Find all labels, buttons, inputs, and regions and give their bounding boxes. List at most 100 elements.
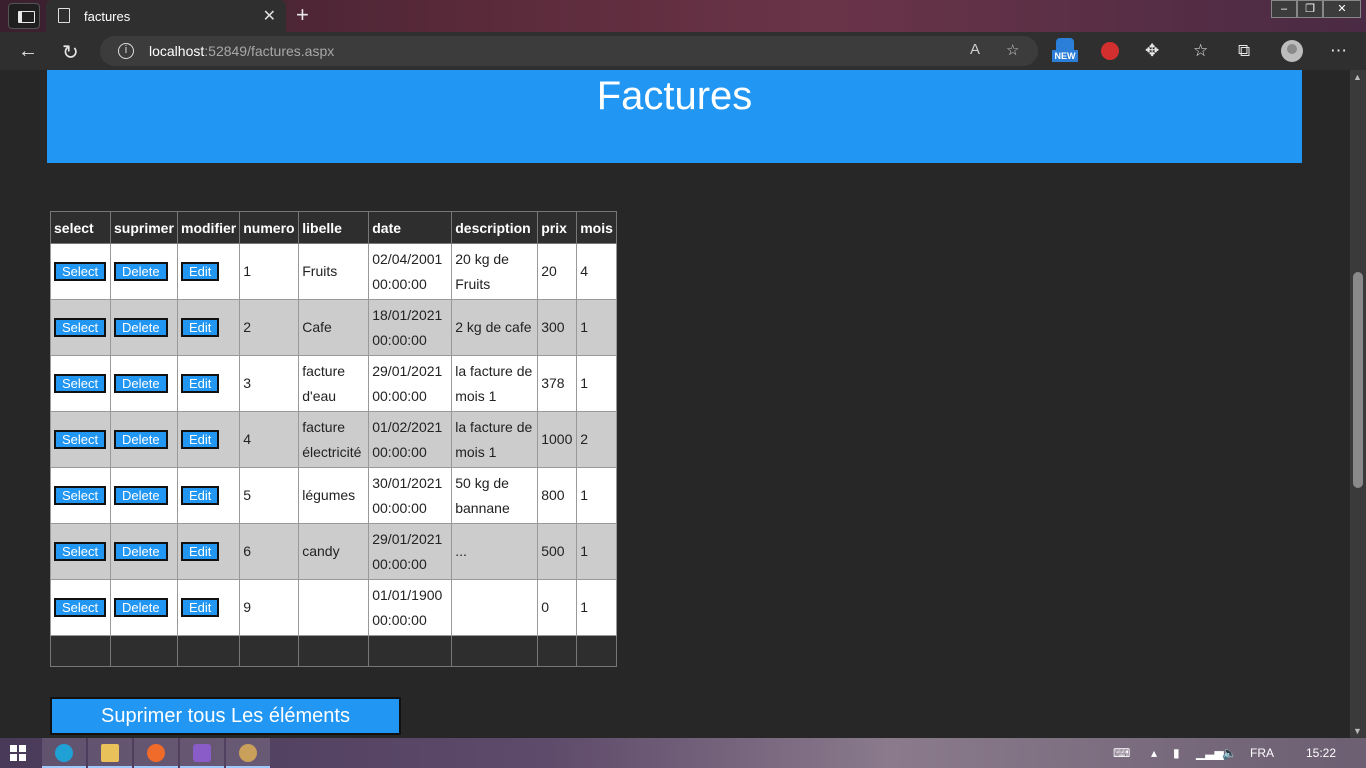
edit-button[interactable]: Edit: [181, 262, 220, 281]
cell-prix: 0: [537, 579, 578, 636]
more-menu-icon[interactable]: ⋯: [1330, 41, 1347, 61]
cell-description: 2 kg de cafe: [451, 299, 539, 356]
edit-button[interactable]: Edit: [181, 542, 220, 561]
select-button[interactable]: Select: [54, 542, 107, 561]
page-scrollbar[interactable]: ▲ ▼: [1350, 70, 1366, 738]
show-hidden-icons-icon[interactable]: ▴: [1151, 746, 1157, 760]
taskbar-app-icon[interactable]: [226, 738, 270, 768]
table-header-row: select suprimer modifier numero libelle …: [50, 211, 617, 244]
minimize-window-button[interactable]: –: [1271, 0, 1297, 18]
delete-button[interactable]: Delete: [114, 262, 168, 281]
desc-line: mois 1: [455, 443, 497, 460]
edit-button[interactable]: Edit: [181, 374, 220, 393]
read-aloud-icon[interactable]: A: [970, 41, 980, 58]
select-button[interactable]: Select: [54, 318, 107, 337]
date-line: 18/01/2021: [372, 306, 443, 323]
windows-start-icon[interactable]: [10, 745, 26, 761]
cell-prix: 800: [537, 467, 578, 524]
scroll-up-icon[interactable]: ▲: [1353, 72, 1362, 82]
delete-button[interactable]: Delete: [114, 374, 168, 393]
desc-line: la facture de: [455, 418, 533, 435]
cell-description: la facture de mois 1: [451, 355, 539, 412]
cell-select: Select: [50, 467, 111, 524]
add-favorite-icon[interactable]: ☆: [1006, 41, 1019, 59]
address-bar[interactable]: i localhost:52849/factures.aspx A ☆: [100, 36, 1038, 66]
extension-new-icon[interactable]: NEW: [1052, 38, 1078, 64]
collections-icon[interactable]: ⧉: [1238, 41, 1250, 61]
time-line: 00:00:00: [372, 499, 427, 516]
cell-numero: 6: [239, 523, 300, 580]
network-icon[interactable]: ▁▃▅: [1196, 746, 1224, 760]
desc-line: bannane: [455, 499, 510, 516]
time-line: 00:00:00: [372, 611, 427, 628]
new-tab-icon[interactable]: +: [296, 2, 309, 28]
cell-numero: 2: [239, 299, 300, 356]
cell-description: la facture de mois 1: [451, 411, 539, 468]
back-icon[interactable]: ←: [18, 40, 38, 63]
new-badge-label: NEW: [1052, 50, 1078, 62]
edit-button[interactable]: Edit: [181, 486, 220, 505]
cell-libelle: Fruits: [298, 243, 370, 300]
browser-tab[interactable]: factures ✕: [46, 0, 286, 32]
delete-all-button[interactable]: Suprimer tous Les éléments: [50, 697, 401, 735]
cell-modifier: Edit: [176, 411, 241, 468]
page-viewport: Factures select suprimer modifier numero…: [0, 70, 1350, 738]
close-tab-icon[interactable]: ✕: [263, 6, 276, 26]
url-text[interactable]: localhost:52849/factures.aspx: [149, 43, 334, 59]
table-row: Select Delete Edit 5 légumes 30/01/2021 0…: [50, 467, 617, 524]
delete-button[interactable]: Delete: [114, 542, 168, 561]
keyboard-icon[interactable]: ⌨: [1113, 746, 1130, 760]
select-button[interactable]: Select: [54, 262, 107, 281]
edit-button[interactable]: Edit: [181, 598, 220, 617]
date-line: 01/02/2021: [372, 418, 443, 435]
taskbar-visual-studio-icon[interactable]: [180, 738, 224, 768]
restore-window-button[interactable]: ❐: [1297, 0, 1323, 18]
table-row: Select Delete Edit 1 Fruits 02/04/2001 00…: [50, 243, 617, 300]
taskbar-file-explorer-icon[interactable]: [88, 738, 132, 768]
delete-button[interactable]: Delete: [114, 430, 168, 449]
edit-button[interactable]: Edit: [181, 318, 220, 337]
col-header-modifier: modifier: [176, 211, 241, 244]
desc-line: 20 kg de: [455, 250, 509, 267]
volume-icon[interactable]: 🔈: [1222, 746, 1237, 760]
select-button[interactable]: Select: [54, 430, 107, 449]
delete-button[interactable]: Delete: [114, 318, 168, 337]
cell-prix: 20: [537, 243, 578, 300]
scroll-down-icon[interactable]: ▼: [1353, 726, 1362, 736]
windows-taskbar: ⌨ ▴ ▮ ▁▃▅ 🔈 FRA 15:22: [0, 738, 1366, 768]
cell-libelle: légumes: [298, 467, 370, 524]
adblock-extension-icon[interactable]: [1101, 42, 1119, 60]
desc-line: 2 kg de cafe: [455, 319, 532, 335]
taskbar-edge-icon[interactable]: [42, 738, 86, 768]
cell-mois: 1: [576, 579, 617, 636]
desc-line: ...: [455, 543, 467, 559]
select-button[interactable]: Select: [54, 598, 107, 617]
select-button[interactable]: Select: [54, 374, 107, 393]
footer-cell: [176, 635, 241, 667]
delete-button[interactable]: Delete: [114, 598, 168, 617]
footer-cell: [298, 635, 370, 667]
battery-icon[interactable]: ▮: [1173, 746, 1180, 760]
cell-libelle: candy: [298, 523, 370, 580]
url-host: localhost: [149, 43, 205, 59]
delete-button[interactable]: Delete: [114, 486, 168, 505]
cell-description: ...: [451, 523, 539, 580]
cell-mois: 2: [576, 411, 617, 468]
taskbar-firefox-icon[interactable]: [134, 738, 178, 768]
language-indicator[interactable]: FRA: [1250, 746, 1274, 760]
date-line: 29/01/2021: [372, 362, 443, 379]
profile-avatar[interactable]: [1281, 40, 1303, 62]
tab-actions-icon[interactable]: [8, 3, 40, 29]
clock[interactable]: 15:22: [1306, 746, 1336, 760]
edit-button[interactable]: Edit: [181, 430, 220, 449]
scrollbar-thumb[interactable]: [1353, 272, 1363, 488]
table-row: Select Delete Edit 3 facture d'eau 29/01…: [50, 355, 617, 412]
favorites-icon[interactable]: ☆: [1193, 41, 1208, 61]
info-icon[interactable]: i: [118, 43, 134, 59]
refresh-icon[interactable]: ↻: [62, 40, 79, 65]
select-button[interactable]: Select: [54, 486, 107, 505]
time-line: 00:00:00: [372, 555, 427, 572]
extensions-icon[interactable]: ✥: [1145, 41, 1159, 61]
close-window-button[interactable]: ✕: [1323, 0, 1361, 18]
cell-modifier: Edit: [176, 523, 241, 580]
